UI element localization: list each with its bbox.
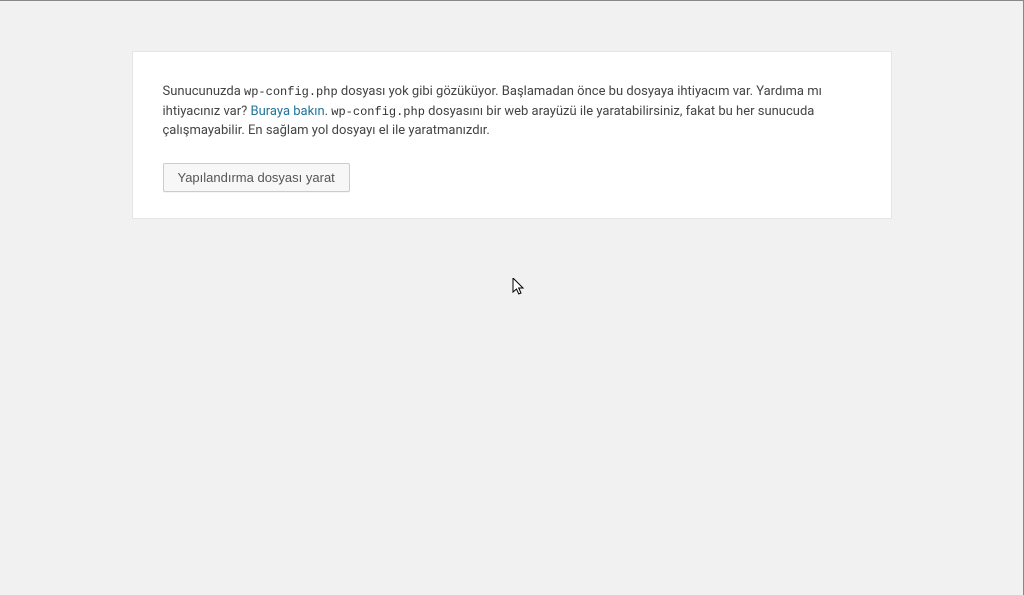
setup-message: Sunucunuzda wp-config.php dosyası yok gi… [163,82,861,141]
help-link[interactable]: Buraya bakın [251,104,325,119]
config-filename-2: wp-config.php [331,105,425,119]
create-config-button[interactable]: Yapılandırma dosyası yarat [163,163,350,192]
message-part-1: Sunucunuzda [163,84,245,99]
config-filename-1: wp-config.php [244,85,338,99]
setup-card: Sunucunuzda wp-config.php dosyası yok gi… [132,51,892,219]
cursor-icon [512,278,526,296]
